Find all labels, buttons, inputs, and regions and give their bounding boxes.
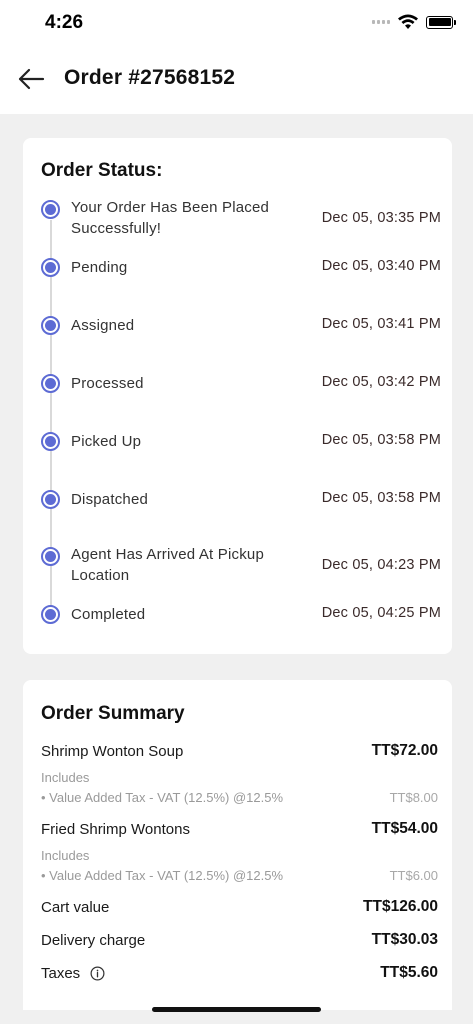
tax-row: • Value Added Tax - VAT (12.5%) @12.5% T… bbox=[41, 790, 438, 805]
summary-item-row: Shrimp Wonton Soup TT$72.00 bbox=[41, 742, 438, 760]
back-button[interactable] bbox=[14, 62, 48, 96]
step-label: Your Order Has Been Placed Successfully! bbox=[71, 199, 270, 237]
app-header: Order #27568152 bbox=[0, 44, 473, 114]
step-time: Dec 05, 04:25 PM bbox=[321, 605, 441, 621]
taxes-amount: TT$5.60 bbox=[380, 964, 438, 981]
cart-value-row: Cart value TT$126.00 bbox=[41, 898, 438, 916]
tax-amount: TT$8.00 bbox=[389, 790, 438, 805]
home-indicator[interactable] bbox=[152, 1007, 321, 1012]
cart-value-amount: TT$126.00 bbox=[363, 898, 438, 915]
step-dot-icon bbox=[41, 490, 60, 509]
step-dot-icon bbox=[41, 316, 60, 335]
step-dot-icon bbox=[41, 200, 60, 219]
status-time: 4:26 bbox=[45, 12, 84, 33]
order-summary-card: Order Summary Shrimp Wonton Soup TT$72.0… bbox=[23, 680, 452, 1010]
taxes-row: Taxes TT$5.60 bbox=[41, 964, 438, 982]
tax-label: • Value Added Tax - VAT (12.5%) @12.5% bbox=[41, 868, 284, 883]
signal-icon bbox=[372, 20, 390, 24]
arrow-left-icon bbox=[18, 68, 45, 90]
step-time: Dec 05, 03:41 PM bbox=[321, 316, 441, 332]
taxes-label: Taxes bbox=[41, 964, 81, 982]
info-icon[interactable] bbox=[90, 966, 105, 981]
step-time: Dec 05, 03:35 PM bbox=[321, 210, 441, 226]
step-time: Dec 05, 04:23 PM bbox=[321, 557, 441, 573]
step-dot-icon bbox=[41, 432, 60, 451]
step-label: Picked Up bbox=[71, 433, 142, 450]
order-status-card: Order Status: Your Order Has Been Placed… bbox=[23, 138, 452, 654]
status-timeline: Your Order Has Been Placed Successfully!… bbox=[41, 138, 441, 654]
step-label: Pending bbox=[71, 259, 128, 276]
page-title: Order #27568152 bbox=[64, 66, 236, 89]
item-price: TT$72.00 bbox=[371, 742, 438, 759]
item-name: Shrimp Wonton Soup bbox=[41, 742, 184, 760]
summary-item-row: Fried Shrimp Wontons TT$54.00 bbox=[41, 820, 438, 838]
order-summary-title: Order Summary bbox=[41, 703, 185, 724]
item-name: Fried Shrimp Wontons bbox=[41, 820, 190, 838]
cart-value-label: Cart value bbox=[41, 898, 110, 916]
step-time: Dec 05, 03:58 PM bbox=[321, 490, 441, 506]
tax-label: • Value Added Tax - VAT (12.5%) @12.5% bbox=[41, 790, 284, 805]
step-dot-icon bbox=[41, 374, 60, 393]
step-dot-icon bbox=[41, 547, 60, 566]
tax-amount: TT$6.00 bbox=[389, 868, 438, 883]
status-icons bbox=[372, 14, 456, 30]
tax-row: • Value Added Tax - VAT (12.5%) @12.5% T… bbox=[41, 868, 438, 883]
taxes-label-wrap: Taxes bbox=[41, 965, 105, 982]
step-time: Dec 05, 03:58 PM bbox=[321, 432, 441, 448]
step-label: Dispatched bbox=[71, 491, 149, 508]
delivery-charge-amount: TT$30.03 bbox=[371, 931, 438, 948]
step-label: Processed bbox=[71, 375, 144, 392]
step-time: Dec 05, 03:42 PM bbox=[321, 374, 441, 390]
delivery-charge-row: Delivery charge TT$30.03 bbox=[41, 931, 438, 949]
wifi-icon bbox=[398, 14, 418, 29]
step-label: Assigned bbox=[71, 317, 135, 334]
step-label: Agent Has Arrived At Pickup Location bbox=[71, 546, 264, 584]
step-label: Completed bbox=[71, 606, 146, 623]
step-time: Dec 05, 03:40 PM bbox=[321, 258, 441, 274]
includes-label: Includes bbox=[41, 770, 90, 785]
battery-icon bbox=[426, 15, 456, 29]
step-dot-icon bbox=[41, 258, 60, 277]
step-dot-icon bbox=[41, 605, 60, 624]
status-bar: 4:26 bbox=[0, 0, 473, 44]
item-price: TT$54.00 bbox=[371, 820, 438, 837]
includes-label: Includes bbox=[41, 848, 90, 863]
delivery-charge-label: Delivery charge bbox=[41, 931, 146, 949]
